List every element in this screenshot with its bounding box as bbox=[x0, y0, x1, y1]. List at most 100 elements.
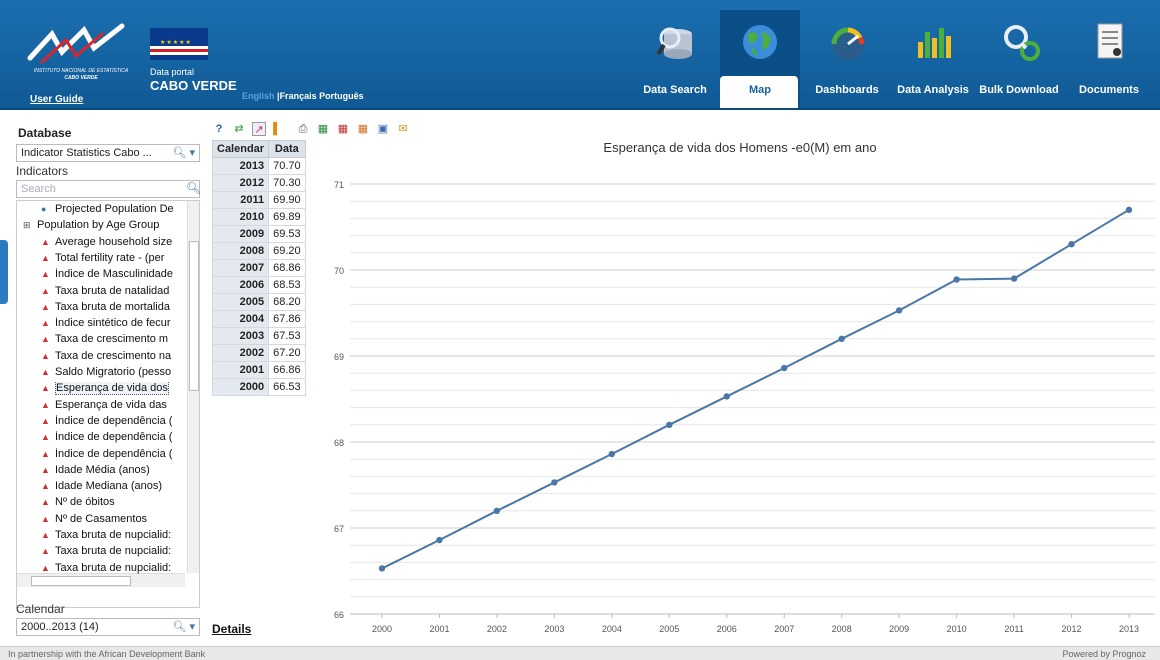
sidebar-collapse-handle[interactable] bbox=[0, 240, 8, 304]
table-row: 2013 70.70 bbox=[211, 157, 306, 175]
tree-item[interactable]: ▲ Taxa de crescimento m bbox=[17, 333, 197, 349]
tree-item-label: Esperança de vida das bbox=[55, 398, 167, 411]
lang-portuguese[interactable]: Português bbox=[319, 91, 364, 101]
portal-subtitle: Data portal bbox=[150, 67, 195, 77]
table-row: 2011 69.90 bbox=[211, 191, 306, 209]
tree-item[interactable]: ▲ Taxa bruta de mortalida bbox=[17, 301, 197, 317]
lang-french[interactable]: Français bbox=[280, 91, 317, 101]
tree-item-label: Índice de Masculinidade bbox=[55, 268, 174, 281]
nav-map[interactable]: Map bbox=[720, 10, 800, 108]
details-link[interactable]: Details bbox=[212, 622, 251, 636]
table-cell-year: 2011 bbox=[211, 191, 270, 209]
table-cell-year: 2008 bbox=[211, 242, 270, 260]
column-header-calendar[interactable]: Calendar bbox=[211, 140, 270, 158]
data-point bbox=[953, 276, 960, 283]
table-row: 2003 67.53 bbox=[211, 327, 306, 345]
tree-item[interactable]: ▲ Índice de Masculinidade bbox=[17, 268, 197, 284]
y-tick-label: 70 bbox=[334, 266, 344, 276]
indicator-icon: ▲ bbox=[41, 562, 50, 573]
x-tick-label: 2006 bbox=[717, 624, 737, 634]
x-tick-label: 2010 bbox=[947, 624, 967, 634]
y-tick-label: 69 bbox=[334, 352, 344, 362]
nav-label: Dashboards bbox=[815, 84, 879, 96]
indicator-icon: ▲ bbox=[41, 350, 50, 361]
excel-icon[interactable]: ▦ bbox=[316, 122, 330, 136]
print-icon[interactable]: ⎙ bbox=[296, 122, 310, 136]
tree-item[interactable]: ▲ Saldo Migratorio (pesso bbox=[17, 366, 197, 382]
calendar-select-value: 2000..2013 (14) bbox=[21, 621, 99, 633]
table-row: 2007 68.86 bbox=[211, 259, 306, 277]
nav-label: Map bbox=[749, 84, 771, 96]
csv-icon[interactable]: ▦ bbox=[356, 122, 370, 136]
table-cell-year: 2012 bbox=[211, 174, 270, 192]
tree-item[interactable]: ▲ Idade Média (anos) bbox=[17, 464, 197, 480]
indicator-tree: ● Projected Population De ⊞ Population by A… bbox=[16, 200, 200, 608]
tree-item[interactable]: ▲ Índice sintético de fecur bbox=[17, 317, 197, 333]
gauge-icon bbox=[831, 27, 865, 60]
table-row: 2002 67.20 bbox=[211, 344, 306, 362]
lang-english[interactable]: English bbox=[242, 91, 275, 101]
database-select[interactable]: Indicator Statistics Cabo ... 🔍︎ ▾ bbox=[16, 144, 200, 162]
indicator-icon: ▲ bbox=[41, 301, 50, 312]
tree-item-label: Índice de dependência ( bbox=[55, 431, 173, 444]
tree-item[interactable]: ▲ Taxa bruta de nupcialid: bbox=[17, 545, 197, 561]
indicator-icon: ▲ bbox=[41, 415, 50, 426]
tree-item[interactable]: ▲ Esperança de vida dos bbox=[17, 382, 197, 398]
line-chart: Esperança de vida dos Homens -e0(M) em a… bbox=[334, 140, 1155, 634]
calendar-select[interactable]: 2000..2013 (14) 🔍︎ ▾ bbox=[16, 618, 200, 636]
expand-icon[interactable]: ⊞ bbox=[23, 220, 33, 231]
tree-item[interactable]: ▲ Total fertility rate - (per bbox=[17, 252, 197, 268]
tree-item-label: Saldo Migratorio (pesso bbox=[55, 366, 172, 378]
tree-item[interactable]: ▲ Nº de Casamentos bbox=[17, 513, 197, 529]
tree-item-label: Total fertility rate - (per bbox=[55, 251, 165, 264]
series-line bbox=[381, 208, 1130, 570]
image-icon[interactable]: ▣ bbox=[376, 122, 390, 136]
tree-item[interactable]: ▲ Nº de óbitos bbox=[17, 496, 197, 512]
nav-data-analysis[interactable]: Data Analysis bbox=[892, 10, 974, 108]
x-tick-label: 2012 bbox=[1062, 624, 1082, 634]
line-chart-icon[interactable]: ↗ bbox=[252, 122, 266, 136]
tree-item[interactable]: ▲ Índice de dependência ( bbox=[17, 448, 197, 464]
table-cell-year: 2004 bbox=[211, 310, 270, 328]
refresh-icon[interactable]: ⇄ bbox=[232, 122, 246, 136]
help-icon[interactable]: ? bbox=[212, 122, 226, 136]
tree-item[interactable]: ▲ Average household size bbox=[17, 236, 197, 252]
indicator-icon: ▲ bbox=[41, 432, 50, 443]
nav-documents[interactable]: Documents bbox=[1068, 10, 1150, 108]
table-cell-year: 2007 bbox=[211, 259, 270, 277]
x-tick-label: 2009 bbox=[889, 624, 909, 634]
nav-label: Bulk Download bbox=[979, 84, 1059, 96]
bar-chart-icon[interactable]: ▌ bbox=[270, 122, 284, 136]
nav-data-search[interactable]: Data Search bbox=[634, 10, 716, 108]
user-guide-link[interactable]: User Guide bbox=[30, 94, 83, 105]
tree-item[interactable]: ▲ Taxa de crescimento na bbox=[17, 350, 197, 366]
tree-item[interactable]: ● Projected Population De bbox=[17, 203, 197, 219]
tree-item[interactable]: ▲ Taxa bruta de natalidad bbox=[17, 285, 197, 301]
table-cell-year: 2010 bbox=[211, 208, 270, 226]
email-icon[interactable]: ✉ bbox=[396, 122, 410, 136]
indicator-icon: ▲ bbox=[41, 399, 50, 410]
nav-bulk-download[interactable]: Bulk Download bbox=[978, 10, 1060, 108]
table-cell-year: 2003 bbox=[211, 327, 270, 345]
indicator-icon: ▲ bbox=[41, 530, 50, 540]
tree-item-label: Idade Mediana (anos) bbox=[55, 480, 163, 493]
tree-item[interactable]: ▲ Índice de dependência ( bbox=[17, 415, 197, 431]
tree-item[interactable]: ▲ Idade Mediana (anos) bbox=[17, 480, 197, 496]
chart-title: Esperança de vida dos Homens -e0(M) em a… bbox=[603, 140, 876, 155]
tree-item-label: Taxa de crescimento m bbox=[55, 333, 169, 346]
tree-item[interactable]: ▲ Esperança de vida das bbox=[17, 399, 197, 415]
tree-item-label: Índice sintético de fecur bbox=[55, 317, 171, 330]
tree-item[interactable]: ▲ Taxa bruta de nupcialid: bbox=[17, 529, 197, 545]
globe-icon: ● bbox=[41, 204, 47, 214]
search-icon[interactable]: 🔍︎ bbox=[186, 181, 201, 195]
search-dropdown-icon: 🔍︎ ▾ bbox=[172, 621, 195, 633]
cabo-verde-flag-icon: ★★★★★ bbox=[150, 28, 208, 60]
pdf-icon[interactable]: ▦ bbox=[336, 122, 350, 136]
tree-item[interactable]: ▲ Taxa bruta de nupcialid: bbox=[17, 562, 197, 578]
indicator-search-input[interactable] bbox=[16, 180, 200, 198]
data-point bbox=[666, 421, 673, 428]
nav-dashboards[interactable]: Dashboards bbox=[806, 10, 888, 108]
tree-item[interactable]: ⊞ Population by Age Group bbox=[17, 219, 197, 235]
header-bar: INSTITUTO NACIONAL DE ESTATÍSTICA CABO V… bbox=[0, 0, 1160, 110]
tree-item[interactable]: ▲ Índice de dependência ( bbox=[17, 431, 197, 447]
